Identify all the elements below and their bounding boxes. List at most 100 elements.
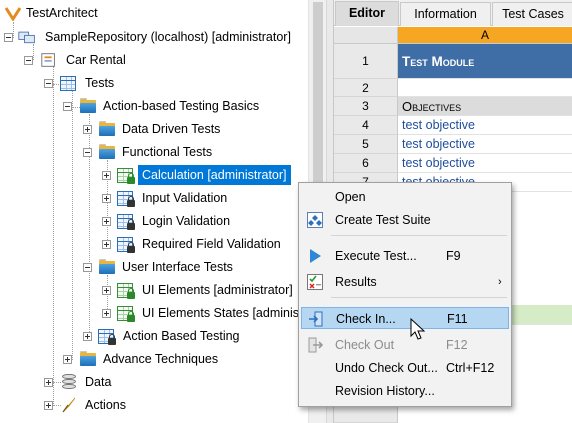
expand-icon[interactable] — [102, 240, 111, 249]
database-icon — [62, 374, 76, 390]
expand-icon[interactable] — [102, 286, 111, 295]
row-number[interactable]: 4 — [334, 116, 398, 135]
play-icon — [310, 249, 321, 263]
tree-item-tests[interactable]: Tests — [0, 72, 300, 94]
column-header-row: A — [334, 27, 572, 44]
tree-item-input-validation[interactable]: Input Validation — [0, 187, 300, 209]
menu-separator — [331, 235, 507, 236]
check-in-icon — [309, 311, 323, 327]
actions-flag-icon — [62, 397, 76, 413]
tree-label: UI Elements States [administrator] — [142, 306, 308, 320]
tree-label: Login Validation — [142, 214, 231, 228]
folder-icon — [79, 98, 97, 114]
sheet-corner[interactable] — [334, 27, 398, 44]
folder-icon — [98, 259, 116, 275]
lock-icon — [127, 196, 135, 207]
row-number[interactable]: 1 — [334, 44, 398, 79]
expand-icon[interactable] — [83, 332, 92, 341]
collapse-icon[interactable] — [83, 148, 92, 157]
menu-label: Results — [335, 275, 377, 289]
tree-label: SampleRepository (localhost) [administra… — [45, 30, 291, 44]
folder-icon — [98, 121, 116, 137]
objective-cell[interactable]: test objective — [398, 135, 572, 154]
sheet-cell[interactable] — [398, 79, 572, 97]
objective-cell[interactable]: test objective — [398, 116, 572, 135]
tree-label: Actions — [85, 398, 126, 412]
expand-icon[interactable] — [44, 378, 53, 387]
tree-item-ui-elements[interactable]: UI Elements [administrator] — [0, 279, 308, 301]
menu-item-revision-history[interactable]: Revision History... — [301, 380, 509, 402]
menu-item-undo-check-out[interactable]: Undo Check Out... Ctrl+F12 — [301, 357, 509, 379]
tree-item-calculation[interactable]: Calculation [administrator] — [0, 164, 300, 186]
repository-tree[interactable]: TestArchitect SampleRepository (localhos… — [0, 0, 308, 423]
objectives-heading[interactable]: Objectives — [398, 97, 572, 116]
menu-item-create-test-suite[interactable]: Create Test Suite — [301, 209, 509, 231]
menu-shortcut: F9 — [446, 249, 461, 263]
menu-shortcut: Ctrl+F12 — [446, 361, 495, 375]
tree-label: Input Validation — [142, 191, 228, 205]
menu-label: Execute Test... — [335, 249, 417, 263]
tab-editor[interactable]: Editor — [335, 1, 399, 26]
tree-label: Functional Tests — [122, 145, 213, 159]
row-number[interactable]: 3 — [334, 97, 398, 116]
tree-item-data[interactable]: Data — [0, 371, 300, 393]
menu-item-results[interactable]: Results › — [301, 271, 509, 293]
collapse-icon[interactable] — [63, 102, 72, 111]
tree-item-repository[interactable]: SampleRepository (localhost) [administra… — [0, 26, 308, 48]
checked-out-lock-icon — [127, 173, 135, 184]
editor-tabs: Editor Information Test Cases — [334, 0, 572, 26]
tree-label: TestArchitect — [26, 6, 98, 20]
tree-item-advance-techniques[interactable]: Advance Techniques — [0, 348, 300, 370]
expand-icon[interactable] — [83, 125, 92, 134]
tree-label: Data — [85, 375, 112, 389]
tree-item-abt-basics[interactable]: Action-based Testing Basics — [0, 95, 300, 117]
tree-item-action-based-testing[interactable]: Action Based Testing — [0, 325, 300, 347]
tree-label: Data Driven Tests — [122, 122, 221, 136]
mouse-cursor-icon — [410, 318, 426, 340]
menu-label: Open — [335, 190, 366, 204]
tab-test-cases[interactable]: Test Cases — [492, 2, 572, 26]
tree-item-required-field-validation[interactable]: Required Field Validation — [0, 233, 300, 255]
expand-icon[interactable] — [102, 194, 111, 203]
checked-out-lock-icon — [127, 311, 135, 322]
collapse-icon[interactable] — [44, 79, 53, 88]
menu-item-check-in[interactable]: Check In... F11 — [301, 307, 509, 329]
test-module-heading[interactable]: Test Module — [398, 44, 572, 79]
row-number[interactable]: 6 — [334, 154, 398, 173]
menu-item-open[interactable]: Open — [301, 186, 509, 208]
collapse-icon[interactable] — [83, 263, 92, 272]
tree-label: Required Field Validation — [142, 237, 281, 251]
expand-icon[interactable] — [102, 309, 111, 318]
tab-information[interactable]: Information — [400, 2, 491, 26]
collapse-icon[interactable] — [4, 33, 13, 42]
objective-cell[interactable]: test objective — [398, 154, 572, 173]
expand-icon[interactable] — [63, 355, 72, 364]
folder-icon — [98, 144, 116, 160]
collapse-icon[interactable] — [24, 56, 33, 65]
tree-item-functional-tests[interactable]: Functional Tests — [0, 141, 300, 163]
expand-icon[interactable] — [44, 401, 53, 410]
tree-item-ui-tests[interactable]: User Interface Tests — [0, 256, 300, 278]
tree-label: Calculation [administrator] — [138, 165, 291, 185]
menu-item-check-out[interactable]: Check Out F12 — [301, 334, 509, 356]
expand-icon[interactable] — [102, 171, 111, 180]
lock-icon — [127, 219, 135, 230]
column-header-a[interactable]: A — [398, 27, 572, 44]
tree-item-testarchitect[interactable]: TestArchitect — [0, 2, 300, 24]
row-number[interactable]: 2 — [334, 79, 398, 97]
project-icon — [41, 53, 55, 67]
test-suite-icon — [307, 212, 323, 228]
tree-item-car-rental[interactable]: Car Rental — [0, 49, 300, 71]
menu-item-execute-test[interactable]: Execute Test... F9 — [301, 245, 509, 267]
tree-item-actions[interactable]: Actions — [0, 394, 300, 416]
tree-item-ui-elements-states[interactable]: UI Elements States [administrator] — [0, 302, 308, 324]
tree-item-login-validation[interactable]: Login Validation — [0, 210, 300, 232]
lock-icon — [108, 334, 116, 345]
expand-icon[interactable] — [102, 217, 111, 226]
tree-item-data-driven-tests[interactable]: Data Driven Tests — [0, 118, 300, 140]
context-menu: Open Create Test Suite Execute Test... F… — [298, 182, 512, 407]
tree-label: Action-based Testing Basics — [103, 99, 260, 113]
row-number[interactable]: 5 — [334, 135, 398, 154]
menu-label: Check Out — [335, 338, 395, 352]
results-icon — [307, 274, 323, 290]
